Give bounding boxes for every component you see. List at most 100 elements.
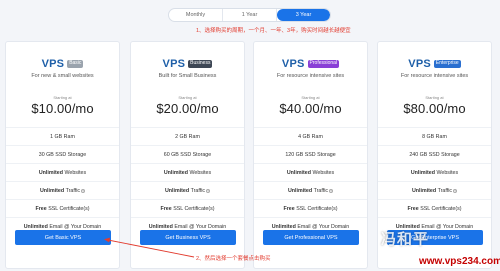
feature-row: Free SSL Certificate(s) [131,199,244,217]
feature-row: Unlimited Websites [378,163,491,181]
feature-text: 1 GB Ram [50,133,75,140]
feature-row: 8 GB Ram [378,127,491,145]
feature-row: Unlimited Traffic? [131,181,244,199]
feature-row: Free SSL Certificate(s) [254,199,367,217]
plan-heading: VPS Basic [6,57,119,71]
feature-emphasis: Unlimited [410,169,435,176]
feature-row: Unlimited Websites [131,163,244,181]
get-plan-button[interactable]: Get Business VPS [140,230,236,245]
get-plan-button[interactable]: Get Professional VPS [263,230,359,245]
feature-row: 60 GB SSD Storage [131,145,244,163]
feature-row: 30 GB SSD Storage [6,145,119,163]
feature-emphasis: Unlimited [163,169,188,176]
feature-text: Email @ Your Domain [49,223,102,230]
feature-emphasis: Unlimited [38,169,63,176]
feature-text: Email @ Your Domain [297,223,350,230]
feature-row: Unlimited Traffic? [254,181,367,199]
feature-emphasis: Unlimited [39,187,65,194]
plan-features: 8 GB Ram 240 GB SSD Storage Unlimited Websi… [378,127,491,235]
plan-starting-label: Starting at [178,95,197,100]
feature-text: 60 GB SSD Storage [163,151,212,158]
feature-emphasis: Unlimited [148,223,173,230]
annotation-step-1: 1、选择购买的周期，一个月、一年、3年，购买时间越长越便宜 [196,28,351,34]
plan-price: $20.00/mo [156,101,219,116]
feature-text: Traffic [65,187,81,194]
watermark-logo: 冯和平 [381,231,430,248]
plan-name: VPS [162,58,186,70]
feature-row: Unlimited Websites [254,163,367,181]
feature-text: Traffic [190,187,206,194]
plan-heading: VPS Professional [254,57,367,71]
plan-tier-badge: Professional [307,60,340,68]
feature-row: Unlimited Websites [6,163,119,181]
feature-text: 2 GB Ram [175,133,200,140]
feature-emphasis: Free [407,205,419,212]
feature-row: 4 GB Ram [254,127,367,145]
feature-emphasis: Unlimited [411,187,437,194]
feature-text: 120 GB SSD Storage [285,151,336,158]
feature-text: SSL Certificate(s) [48,205,90,212]
feature-emphasis: Unlimited [23,223,48,230]
plan-price: $80.00/mo [403,101,466,116]
plan-card-business: VPS Business Built for Small Business St… [130,41,245,269]
feature-text: 8 GB Ram [422,133,447,140]
feature-text: 4 GB Ram [298,133,323,140]
feature-emphasis: Free [283,205,295,212]
feature-emphasis: Unlimited [287,187,313,194]
plan-heading: VPS Business [131,57,244,71]
feature-row: Unlimited Traffic? [6,181,119,199]
plan-name: VPS [281,58,305,70]
get-plan-button[interactable]: Get Basic VPS [15,230,111,245]
plan-starting-label: Starting at [425,95,444,100]
annotation-step-2: 2、然后选择一个套餐点击购买 [196,256,271,262]
period-3-year[interactable]: 3 Year [277,9,330,21]
plan-card-basic: VPS Basic For new & small websites Start… [5,41,120,269]
info-icon[interactable]: ? [81,188,86,193]
info-icon[interactable]: ? [453,188,458,193]
feature-text: Traffic [437,187,453,194]
feature-text: Traffic [313,187,329,194]
plan-tagline: For resource intensive sites [400,73,469,79]
feature-text: Websites [436,169,459,176]
feature-text: Websites [64,169,87,176]
plan-features: 1 GB Ram 30 GB SSD Storage Unlimited Websit… [6,127,119,235]
billing-period-toggle: Monthly 1 Year 3 Year [168,8,331,22]
feature-text: 30 GB SSD Storage [38,151,87,158]
feature-text: SSL Certificate(s) [420,205,462,212]
plan-starting-label: Starting at [53,95,72,100]
plan-card-professional: VPS Professional For resource intensive … [253,41,368,269]
plan-name: VPS [408,58,431,70]
feature-emphasis: Unlimited [271,223,296,230]
plan-tagline: For new & small websites [31,73,94,79]
feature-row: 120 GB SSD Storage [254,145,367,163]
feature-text: Websites [312,169,335,176]
period-monthly[interactable]: Monthly [169,9,223,21]
feature-row: 1 GB Ram [6,127,119,145]
plan-name: VPS [41,58,65,70]
plan-tier-badge: Business [188,60,213,68]
feature-row: Unlimited Traffic? [378,181,491,199]
feature-text: Email @ Your Domain [174,223,227,230]
feature-text: Email @ Your Domain [421,223,474,230]
info-icon[interactable]: ? [206,188,211,193]
plan-starting-label: Starting at [301,95,320,100]
feature-emphasis: Free [35,205,47,212]
plan-features: 4 GB Ram 120 GB SSD Storage Unlimited Websi… [254,127,367,235]
feature-emphasis: Free [160,205,172,212]
watermark-url: www.vps234.com [419,256,500,267]
plan-tier-badge: Enterprise [433,60,461,68]
feature-text: SSL Certificate(s) [296,205,338,212]
plan-price: $10.00/mo [31,101,94,116]
feature-row: Free SSL Certificate(s) [6,199,119,217]
feature-row: 2 GB Ram [131,127,244,145]
feature-row: 240 GB SSD Storage [378,145,491,163]
feature-text: 240 GB SSD Storage [409,151,460,158]
feature-emphasis: Unlimited [286,169,311,176]
plan-tagline: For resource intensive sites [276,73,345,79]
plan-tagline: Built for Small Business [158,73,217,79]
feature-emphasis: Unlimited [164,187,190,194]
info-icon[interactable]: ? [329,188,334,193]
plan-tier-badge: Basic [67,60,84,68]
plan-features: 2 GB Ram 60 GB SSD Storage Unlimited Websit… [131,127,244,235]
period-1-year[interactable]: 1 Year [223,9,277,21]
